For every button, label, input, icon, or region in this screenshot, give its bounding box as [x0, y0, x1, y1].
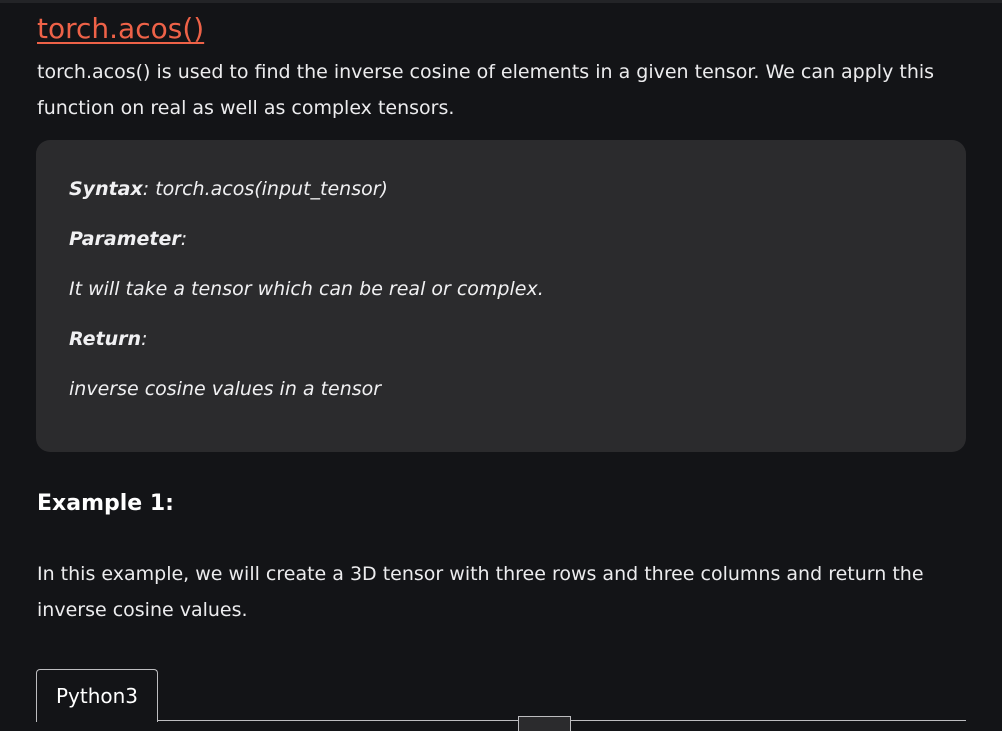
parameter-label: Parameter — [69, 228, 181, 250]
code-tab-divider — [36, 720, 966, 721]
intro-paragraph: torch.acos() is used to find the inverse… — [37, 61, 935, 119]
tab-python3[interactable]: Python3 — [36, 669, 158, 722]
return-colon: : — [141, 328, 148, 350]
example-description: In this example, we will create a 3D ten… — [37, 563, 924, 621]
example-title: Example 1: — [37, 491, 174, 516]
syntax-line: Syntax: torch.acos(input_tensor) — [69, 177, 388, 201]
top-divider — [0, 0, 1002, 3]
syntax-label: Syntax — [69, 178, 143, 200]
return-label: Return — [69, 328, 142, 350]
syntax-box: Syntax: torch.acos(input_tensor) Paramet… — [36, 140, 966, 452]
parameter-description: It will take a tensor which can be real … — [69, 278, 544, 300]
section-heading-link[interactable]: torch.acos() — [37, 9, 204, 49]
article-page: torch.acos() torch.acos() is used to fin… — [0, 0, 1002, 731]
syntax-value: : torch.acos(input_tensor) — [142, 178, 388, 200]
return-description: inverse cosine values in a tensor — [69, 378, 382, 400]
return-line: Return: — [69, 327, 147, 351]
code-toolbar-button[interactable] — [518, 716, 571, 731]
parameter-line: Parameter: — [69, 227, 187, 251]
parameter-colon: : — [180, 228, 188, 250]
